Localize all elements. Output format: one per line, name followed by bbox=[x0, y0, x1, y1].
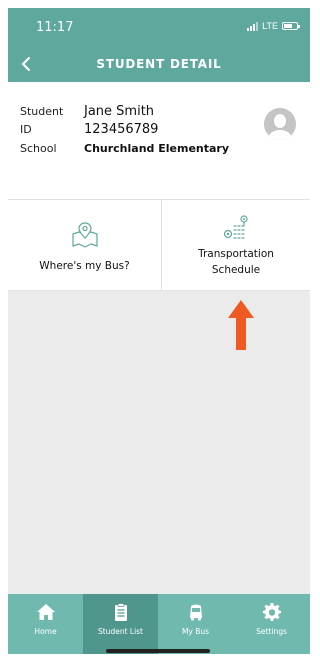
tab-home-label: Home bbox=[34, 627, 57, 636]
action-tiles: Where's my Bus? Transportation Schedule bbox=[8, 199, 310, 291]
home-indicator[interactable] bbox=[106, 649, 210, 653]
transportation-schedule-button[interactable]: Transportation Schedule bbox=[162, 200, 310, 290]
wheres-my-bus-label: Where's my Bus? bbox=[39, 260, 130, 272]
status-bar: 11:17 LTE bbox=[8, 8, 310, 46]
student-id-row: ID 123456789 bbox=[20, 122, 158, 137]
page-title: STUDENT DETAIL bbox=[96, 57, 222, 71]
map-pin-icon bbox=[71, 222, 98, 248]
tab-settings-label: Settings bbox=[256, 627, 287, 636]
status-indicators: LTE bbox=[247, 21, 300, 31]
student-id: 123456789 bbox=[84, 122, 159, 137]
tab-student-list[interactable]: Student List bbox=[83, 594, 158, 654]
tab-settings[interactable]: Settings bbox=[233, 594, 310, 654]
status-time: 11:17 bbox=[36, 20, 74, 35]
network-type: LTE bbox=[262, 21, 278, 31]
bus-icon bbox=[189, 604, 202, 621]
gear-icon bbox=[262, 602, 281, 621]
avatar-body bbox=[268, 130, 292, 140]
id-label: ID bbox=[20, 123, 32, 136]
student-name: Jane Smith bbox=[84, 104, 155, 119]
tab-student-list-label: Student List bbox=[97, 627, 144, 636]
student-info-card: Student Jane Smith ID 123456789 School C… bbox=[8, 82, 310, 199]
school-name: Churchland Elementary bbox=[84, 142, 230, 155]
clipboard-icon bbox=[114, 603, 127, 621]
signal-icon bbox=[247, 21, 259, 31]
wheres-my-bus-button[interactable]: Where's my Bus? bbox=[8, 200, 162, 290]
avatar-head bbox=[274, 114, 286, 128]
school-label: School bbox=[20, 142, 57, 155]
transportation-schedule-label: Transportation Schedule bbox=[198, 248, 274, 276]
phone-screen: 11:17 LTE STUDENT DETAIL Student Jane Sm… bbox=[8, 8, 310, 654]
tab-my-bus-label: My Bus bbox=[181, 627, 210, 636]
school-row: School Churchland Elementary bbox=[20, 142, 229, 155]
student-name-row: Student Jane Smith bbox=[20, 104, 154, 119]
arrow-up-icon bbox=[228, 300, 254, 350]
tab-my-bus[interactable]: My Bus bbox=[158, 594, 233, 654]
route-icon bbox=[223, 215, 248, 239]
battery-icon bbox=[282, 22, 300, 30]
student-label: Student bbox=[20, 105, 64, 118]
bottom-tab-bar: Home Student List My Bus Settings bbox=[8, 594, 310, 654]
tab-home[interactable]: Home bbox=[8, 594, 83, 654]
home-icon bbox=[36, 604, 55, 620]
app-header: STUDENT DETAIL bbox=[8, 46, 310, 82]
avatar bbox=[264, 108, 296, 140]
